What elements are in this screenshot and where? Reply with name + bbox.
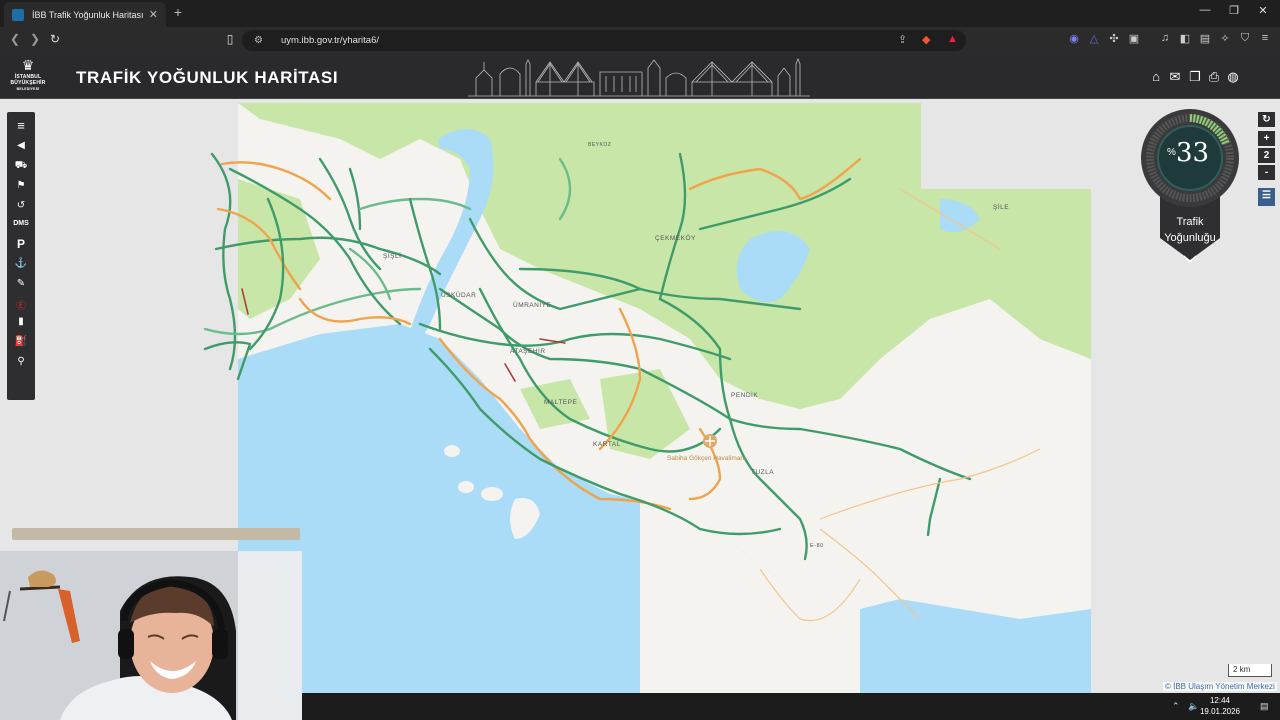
map-label-cekmekoy: ÇEKMEKÖY (655, 235, 696, 242)
share-icon[interactable]: ⇪ (898, 33, 907, 46)
clock-date: 19.01.2026 (1199, 707, 1241, 716)
windows-taskbar: ⌃ 🔈 ▤ (302, 693, 1280, 720)
maximize-button[interactable]: ❐ (1219, 4, 1249, 17)
parking-button[interactable]: P (7, 237, 35, 251)
logo-line-3: BELEDİYESİ (16, 87, 40, 91)
time-slider[interactable] (12, 528, 300, 540)
dms-button[interactable]: DMS (7, 220, 35, 227)
site-info-icon[interactable]: ⚙ (254, 35, 263, 46)
traffic-density-gauge[interactable]: % 33 Trafik Yoğunluğu (1140, 108, 1240, 268)
notification-icon[interactable]: ▤ (1260, 701, 1269, 712)
brave-rewards-icon[interactable]: ▲ (947, 33, 958, 45)
tab-title: İBB Trafik Yoğunluk Haritası (32, 9, 144, 20)
mail-icon[interactable]: ✉ (1167, 69, 1183, 85)
leo-ai-icon[interactable]: ✧ (1218, 32, 1232, 45)
map-label-sisli: ŞİŞLİ (383, 253, 402, 260)
map-label-kartal: KARTAL (593, 441, 621, 448)
map-tool-panel: ≡ ◀ ⛟ ⚑ ↺ DMS P ⚓ ✎ Ⓔ ▮ ⛽ ⚲ (7, 112, 35, 400)
back-icon[interactable]: ❮ (7, 32, 23, 46)
map-label-uskudar: ÜSKÜDAR (441, 292, 477, 299)
layers-icon[interactable]: ☰ (1258, 188, 1275, 206)
anchor-icon[interactable]: ⚓ (7, 258, 35, 269)
map-label-umraniye: ÜMRANİYE (513, 302, 552, 309)
ibb-favicon-icon (12, 8, 24, 21)
map-label-pendik: PENDİK (731, 392, 759, 399)
gauge-label-line1: Trafik (1176, 216, 1204, 228)
vpn-shield-icon[interactable]: ⛉ (1238, 32, 1252, 45)
browser-tab-strip: İBB Trafik Yoğunluk Haritası ✕ + — ❐ ✕ (0, 0, 1280, 27)
screen: İBB Trafik Yoğunluk Haritası ✕ + — ❐ ✕ ❮… (0, 0, 1280, 720)
close-window-button[interactable]: ✕ (1248, 4, 1278, 17)
brave-shield-icon[interactable]: ◆ (922, 33, 930, 46)
istanbul-skyline-illustration (468, 57, 810, 97)
fuel-icon[interactable]: ⛽ (7, 336, 35, 347)
extension-icon[interactable]: ◉ (1067, 32, 1081, 45)
windows-icon[interactable]: ❐ (1187, 69, 1203, 85)
ev-icon[interactable]: Ⓔ (7, 297, 35, 312)
megaphone-icon[interactable]: ◀ (7, 140, 35, 151)
bookmark-icon[interactable]: ▯ (222, 32, 238, 46)
map-label-airport: Sabiha Gökçen Havalimanı (667, 455, 746, 462)
pin-icon[interactable]: ✎ (7, 278, 35, 289)
traffic-light-icon[interactable]: ▮ (7, 316, 35, 327)
gauge-label: Trafik Yoğunluğu (1140, 214, 1240, 246)
clock-time: 12:44 (1209, 696, 1231, 705)
map-label-e80: E-80 (810, 543, 824, 549)
site-header: ♛ İSTANBUL BÜYÜKŞEHİR BELEDİYESİ TRAFİK … (0, 54, 1280, 99)
streamer-webcam-image (0, 551, 302, 720)
map-label-tuzla: TUZLA (751, 469, 775, 476)
browser-tab[interactable]: İBB Trafik Yoğunluk Haritası ✕ (4, 2, 166, 27)
flag-icon[interactable]: ⚑ (7, 180, 35, 191)
globe-icon[interactable]: ◍ (1225, 69, 1241, 85)
home-icon[interactable]: ⌂ (1148, 69, 1164, 84)
media-icon[interactable]: ♫ (1158, 32, 1172, 44)
map-label-beykoz: BEYKOZ (588, 142, 612, 148)
map-label-sile: ŞİLE (993, 204, 1010, 211)
address-bar[interactable]: ⚙ uym.ibb.gov.tr/yharita6/ ⇪ ◆ ▲ (242, 30, 966, 51)
gauge-percent-sign: % (1167, 147, 1176, 158)
zoom-out-button[interactable]: - (1258, 165, 1275, 180)
reload-icon[interactable]: ↻ (47, 32, 63, 46)
ibb-logo[interactable]: ♛ İSTANBUL BÜYÜKŞEHİR BELEDİYESİ (7, 56, 49, 96)
bicycle-icon[interactable]: ⚲ (7, 356, 35, 367)
forward-icon[interactable]: ❯ (27, 32, 43, 46)
gauge-value: 33 (1176, 138, 1210, 168)
webcam-overlay (0, 551, 302, 720)
minimize-button[interactable]: — (1190, 4, 1220, 16)
history-icon[interactable]: ↺ (7, 200, 35, 211)
puzzle-icon[interactable]: ✣ (1107, 32, 1121, 45)
print-icon[interactable]: ⎙ (1206, 69, 1222, 85)
ibb-emblem-icon: ♛ (21, 57, 35, 73)
map-attribution[interactable]: © İBB Ulaşım Yönetim Merkezi (1163, 682, 1277, 691)
new-tab-button[interactable]: + (170, 4, 186, 20)
gauge-label-line2: Yoğunluğu (1164, 232, 1216, 244)
close-tab-icon[interactable]: ✕ (149, 8, 158, 21)
refresh-button[interactable]: ↻ (1258, 112, 1275, 127)
menu-icon[interactable]: ≡ (7, 118, 35, 133)
map-label-maltepe: MALTEPE (544, 399, 578, 406)
page-title: TRAFİK YOĞUNLUK HARİTASI (76, 68, 339, 87)
url-text: uym.ibb.gov.tr/yharita6/ (280, 35, 380, 46)
sidebar-icon[interactable]: ◧ (1178, 32, 1192, 45)
map-scale: 2 km (1228, 664, 1272, 677)
zoom-level: 2 (1258, 148, 1275, 163)
map-label-atasehir: ATAŞEHİR (510, 348, 546, 355)
vpn-icon[interactable]: △ (1087, 32, 1101, 45)
zoom-in-button[interactable]: + (1258, 131, 1275, 146)
wallet-icon[interactable]: ▤ (1198, 32, 1212, 45)
tray-chevron-icon[interactable]: ⌃ (1172, 701, 1180, 712)
screenshot-icon[interactable]: ▣ (1127, 32, 1141, 45)
car-icon[interactable]: ⛟ (7, 160, 35, 173)
taskbar-clock[interactable]: 12:44 19.01.2026 (1196, 695, 1244, 717)
browser-menu-icon[interactable]: ≡ (1258, 32, 1272, 44)
